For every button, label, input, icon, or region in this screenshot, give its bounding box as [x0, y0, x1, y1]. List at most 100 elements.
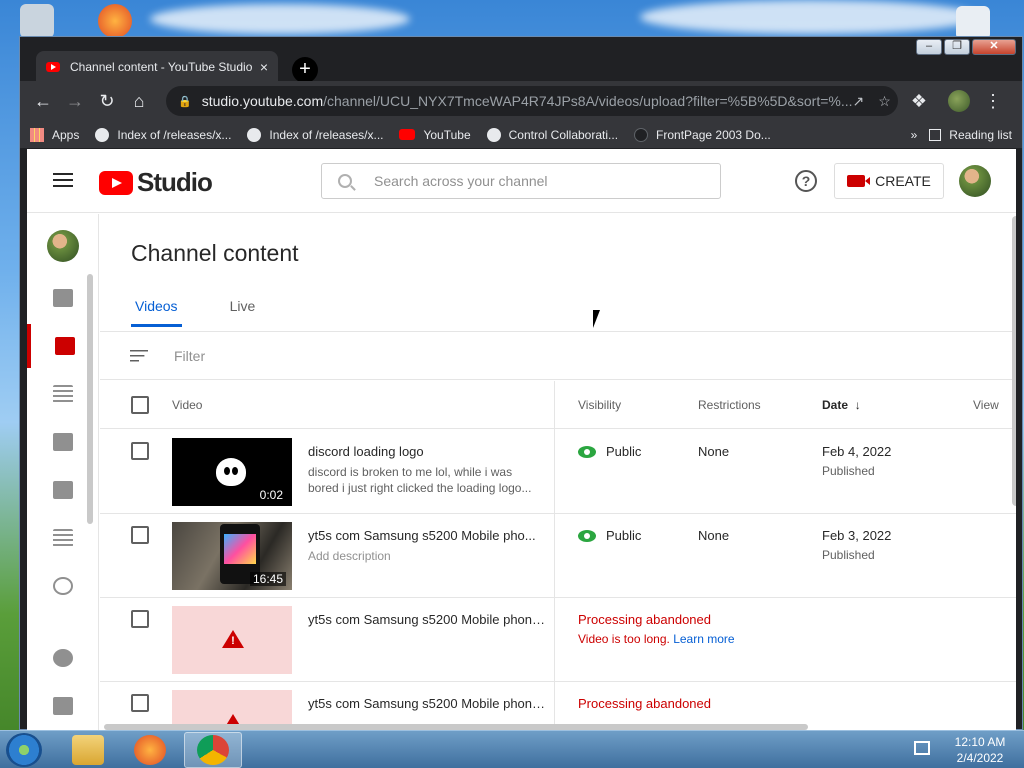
video-thumbnail[interactable]: !	[172, 606, 292, 674]
browser-tab[interactable]: Channel content - YouTube Studio ×	[36, 51, 278, 83]
reading-list-button[interactable]: Reading list	[929, 128, 1012, 142]
filter-icon[interactable]	[130, 349, 148, 362]
search-placeholder: Search across your channel	[374, 173, 548, 189]
reload-icon[interactable]: ↻	[94, 91, 120, 112]
browser-window: – ❐ ✕ Channel content - YouTube Studio ×…	[19, 36, 1023, 730]
browser-toolbar: ← → ↻ ⌂ 🔒 studio.youtube.com/channel/UCU…	[20, 81, 1022, 121]
bookmark-youtube[interactable]: YouTube	[399, 127, 471, 142]
header-date[interactable]: Date ↓	[822, 381, 861, 428]
hamburger-menu-icon[interactable]	[53, 173, 73, 187]
create-label: CREATE	[875, 173, 931, 189]
table-row[interactable]: ! yt5s com Samsung s5200 Mobile phone ..…	[100, 598, 1016, 682]
filter-bar[interactable]: Filter	[100, 332, 1016, 380]
video-description: discord is broken to me lol, while i was…	[308, 465, 532, 495]
row-checkbox[interactable]	[131, 694, 149, 712]
youtube-logo-icon	[99, 170, 133, 195]
visibility-cell[interactable]: Public	[578, 528, 641, 543]
learn-more-link[interactable]: Learn more	[673, 632, 734, 646]
start-button[interactable]	[6, 733, 42, 767]
processing-error: Processing abandoned	[578, 696, 711, 711]
file-explorer-icon[interactable]	[72, 735, 104, 765]
address-bar[interactable]: 🔒 studio.youtube.com/channel/UCU_NYX7Tmc…	[166, 86, 898, 116]
error-detail-text: Video is too long.	[578, 632, 670, 646]
bookmark-item[interactable]: Index of /releases/x...	[95, 127, 232, 142]
nav-settings[interactable]	[27, 636, 99, 680]
window-controls: – ❐ ✕	[916, 39, 1016, 55]
nav-copyright[interactable]	[27, 564, 99, 608]
restore-button[interactable]: ❐	[944, 39, 970, 55]
firefox-desktop-icon[interactable]	[98, 4, 132, 38]
row-checkbox[interactable]	[131, 526, 149, 544]
bookmark-label: Apps	[52, 127, 80, 142]
select-all-checkbox[interactable]	[131, 395, 149, 414]
forward-arrow-icon[interactable]: →	[62, 91, 88, 112]
globe-icon	[95, 127, 110, 142]
tab-live[interactable]: Live	[230, 298, 256, 327]
firefox-icon[interactable]	[134, 735, 166, 765]
row-checkbox[interactable]	[131, 610, 149, 628]
nav-scrollbar[interactable]	[87, 274, 93, 524]
recycle-bin-icon[interactable]	[20, 4, 54, 38]
new-tab-button[interactable]: +	[292, 57, 318, 83]
add-description-link[interactable]: Add description	[308, 548, 544, 564]
home-icon[interactable]: ⌂	[126, 91, 152, 112]
header-visibility[interactable]: Visibility	[578, 381, 621, 428]
bookmark-item[interactable]: Control Collaborati...	[486, 127, 618, 142]
table-row[interactable]: yt5s com Samsung s5200 Mobile phone ... …	[100, 682, 1016, 730]
help-icon[interactable]: ?	[795, 170, 817, 192]
clock-date: 2/4/2022	[956, 751, 1004, 765]
bookmark-label: Index of /releases/x...	[269, 127, 384, 142]
tab-videos[interactable]: Videos	[131, 298, 182, 327]
page-icon	[634, 127, 649, 142]
bookmark-apps[interactable]: Apps	[30, 127, 80, 142]
youtube-favicon-icon	[46, 62, 60, 72]
account-avatar[interactable]	[959, 165, 991, 197]
video-title[interactable]: yt5s com Samsung s5200 Mobile phone ...	[308, 696, 552, 711]
profile-avatar[interactable]	[948, 90, 970, 112]
bookmarks-overflow-button[interactable]: »	[911, 128, 918, 142]
table-row[interactable]: 0:02 discord loading logo discord is bro…	[100, 430, 1016, 514]
comments-icon	[53, 481, 73, 499]
network-icon[interactable]	[914, 741, 930, 755]
channel-search-input[interactable]: Search across your channel	[321, 163, 721, 199]
bookmark-label: Index of /releases/x...	[117, 127, 232, 142]
lock-icon[interactable]: 🔒	[178, 95, 192, 108]
channel-avatar[interactable]	[47, 230, 79, 262]
menu-dots-icon[interactable]: ⋮	[980, 91, 1006, 112]
table-row[interactable]: 16:45 yt5s com Samsung s5200 Mobile pho.…	[100, 514, 1016, 598]
bookmark-star-icon[interactable]: ☆	[878, 93, 891, 110]
bookmark-item[interactable]: Index of /releases/x...	[247, 127, 384, 142]
youtube-icon	[399, 129, 416, 140]
share-icon[interactable]: ↗	[853, 93, 865, 110]
reading-list-icon	[929, 128, 942, 141]
logo-text: Studio	[137, 167, 213, 197]
bookmark-item[interactable]: FrontPage 2003 Do...	[634, 127, 771, 142]
public-eye-icon	[578, 445, 596, 458]
nav-feedback[interactable]	[27, 684, 99, 728]
header-views[interactable]: View	[973, 381, 999, 428]
header-restrictions[interactable]: Restrictions	[698, 381, 761, 428]
close-window-button[interactable]: ✕	[972, 39, 1016, 55]
back-arrow-icon[interactable]: ←	[30, 91, 56, 112]
create-button[interactable]: CREATE	[834, 163, 944, 199]
tab-close-icon[interactable]: ×	[260, 59, 268, 75]
chrome-icon[interactable]	[197, 735, 229, 765]
globe-icon	[247, 127, 262, 142]
url-host: studio.youtube.com	[201, 93, 324, 109]
extensions-puzzle-icon[interactable]: ❖	[906, 91, 932, 112]
video-title[interactable]: yt5s com Samsung s5200 Mobile pho...	[308, 528, 552, 543]
video-thumbnail[interactable]: 0:02	[172, 438, 292, 506]
desktop-file-icon[interactable]	[956, 6, 990, 40]
main-scrollbar[interactable]	[1012, 216, 1016, 506]
bookmarks-bar: Apps Index of /releases/x... Index of /r…	[20, 121, 1022, 149]
studio-logo[interactable]: Studio	[99, 167, 213, 198]
filter-input[interactable]: Filter	[174, 348, 205, 364]
video-title[interactable]: yt5s com Samsung s5200 Mobile phone ...	[308, 612, 552, 627]
visibility-cell[interactable]: Public	[578, 444, 641, 459]
video-title[interactable]: discord loading logo	[308, 444, 552, 459]
row-checkbox[interactable]	[131, 442, 149, 460]
video-thumbnail[interactable]: 16:45	[172, 522, 292, 590]
taskbar-clock[interactable]: 12:10 AM 2/4/2022	[940, 734, 1020, 766]
clock-time: 12:10 AM	[954, 735, 1006, 749]
bookmark-label: YouTube	[423, 127, 471, 142]
